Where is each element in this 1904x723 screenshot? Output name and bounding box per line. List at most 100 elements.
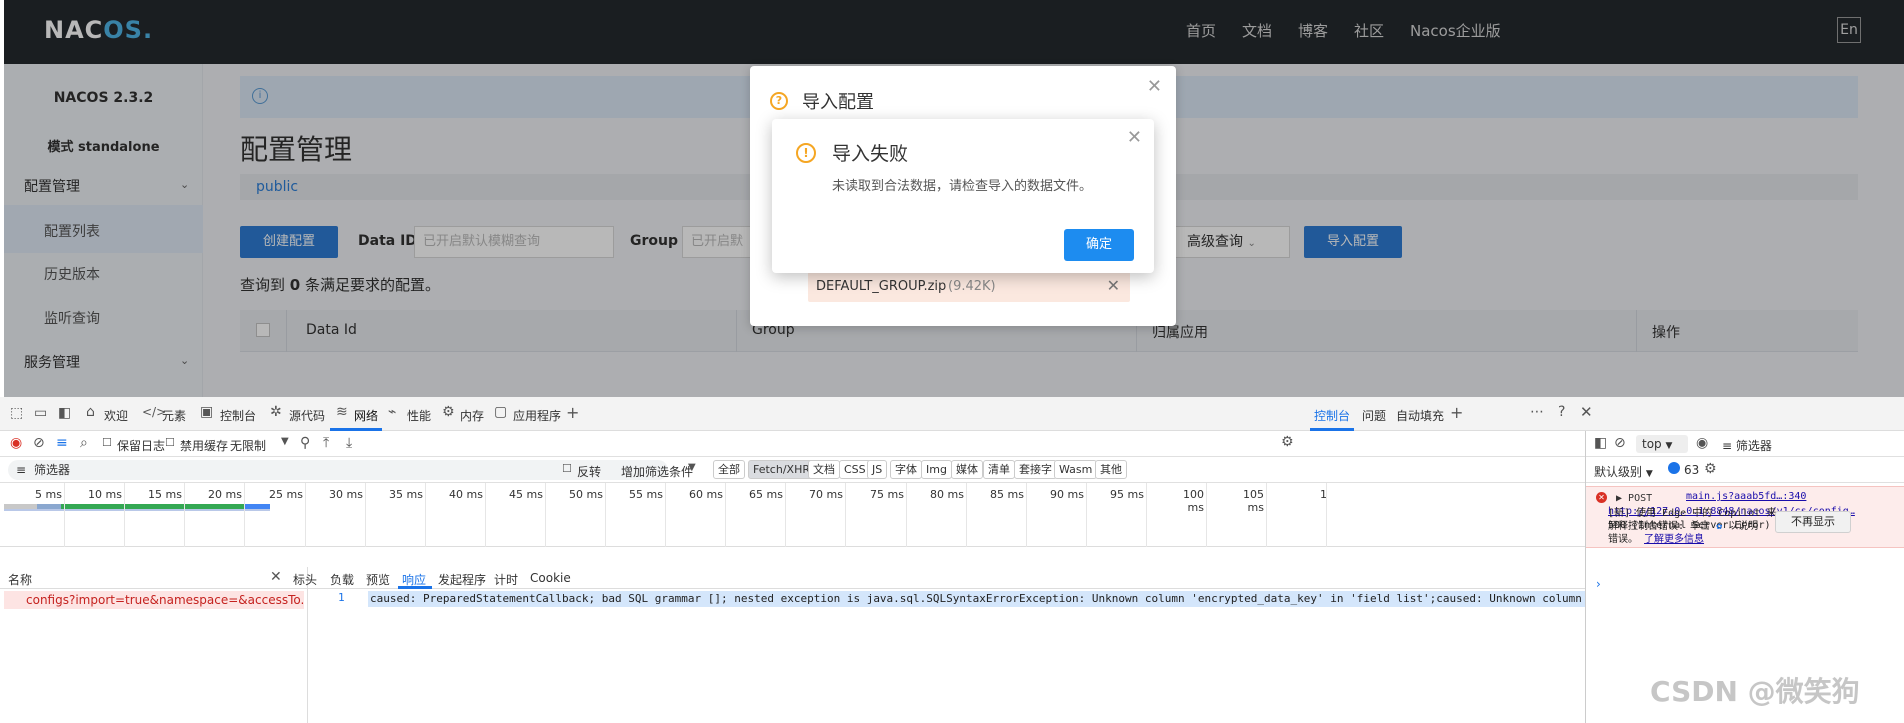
application-icon: ▢	[494, 404, 508, 420]
record-icon[interactable]: ◉	[10, 435, 22, 451]
timeline-gridline	[725, 483, 726, 547]
detail-tab-cookie[interactable]: Cookie	[530, 571, 571, 585]
detail-tab-timing[interactable]: 计时	[494, 571, 518, 588]
filter-other[interactable]: 其他	[1095, 460, 1127, 479]
timeline-tick-label: 60 ms	[689, 488, 723, 501]
filter-font[interactable]: 字体	[890, 460, 922, 479]
add-tab-icon[interactable]: +	[1450, 403, 1463, 422]
memory-icon: ⚙	[442, 404, 455, 420]
network-conditions-icon[interactable]: ⚲	[300, 435, 310, 451]
clear-icon[interactable]: ⊘	[33, 435, 45, 451]
clear-console-icon[interactable]: ⊘	[1614, 435, 1626, 451]
timeline-gridline	[64, 483, 65, 547]
checkbox-icon[interactable]: ☐	[165, 436, 175, 449]
settings-icon[interactable]: ⚙	[1704, 461, 1717, 477]
close-icon[interactable]: ✕	[1147, 76, 1162, 97]
tab-memory[interactable]: 内存	[460, 407, 484, 424]
timeline-gridline	[244, 483, 245, 547]
invert-label[interactable]: 反转	[577, 463, 601, 480]
console-prompt-icon[interactable]: ›	[1596, 577, 1601, 591]
filter-icon: ≡	[1722, 439, 1733, 453]
network-timeline[interactable]: 5 ms 10 ms 15 ms 20 ms 25 ms 30 ms 35 ms 40 ms 4…	[0, 483, 1585, 547]
eye-icon[interactable]: ◉	[1696, 435, 1708, 451]
console-tab-console[interactable]: 控制台	[1314, 407, 1350, 424]
error-icon: ✕	[1596, 492, 1607, 503]
inspect-icon[interactable]: ⬚	[10, 405, 23, 421]
level-select[interactable]: 默认级别 ▼	[1594, 463, 1653, 480]
filter-icon: ≡	[16, 463, 27, 477]
dropdown-arrow-icon[interactable]: ▼	[281, 436, 289, 447]
learn-more-link[interactable]: 了解更多信息	[1644, 534, 1704, 545]
filter-icon[interactable]: ≡	[56, 435, 68, 451]
post-method[interactable]: ▶ POST	[1616, 493, 1652, 504]
download-icon[interactable]: ⤓	[346, 435, 352, 451]
response-body[interactable]: caused: PreparedStatementCallback; bad S…	[368, 591, 1585, 607]
filter-css[interactable]: CSS	[839, 460, 871, 479]
timeline-tick-label: 15 ms	[148, 488, 182, 501]
upload-icon[interactable]: ⤒	[323, 435, 329, 451]
tab-elements[interactable]: 元素	[162, 407, 186, 424]
sidebar-icon[interactable]: ◧	[1594, 435, 1607, 451]
context-select[interactable]: top ▼	[1636, 435, 1688, 453]
dock-icon[interactable]: ◧	[58, 405, 71, 421]
detail-tab-payload[interactable]: 负载	[330, 571, 354, 588]
close-icon[interactable]: ✕	[1127, 127, 1142, 148]
filter-js[interactable]: JS	[867, 460, 888, 479]
console-tab-issues[interactable]: 问题	[1362, 407, 1386, 424]
close-icon[interactable]: ✕	[270, 569, 282, 585]
tab-welcome[interactable]: 欢迎	[104, 407, 128, 424]
detail-tab-headers[interactable]: 标头	[293, 571, 317, 588]
timeline-gridline	[184, 483, 185, 547]
timeline-gridline	[485, 483, 486, 547]
detail-tab-preview[interactable]: 预览	[366, 571, 390, 588]
timeline-tick-label: 35 ms	[389, 488, 423, 501]
throttle-select[interactable]: 无限制	[230, 437, 266, 454]
filter-fetch-xhr[interactable]: Fetch/XHR	[748, 460, 815, 479]
timeline-tick-label: 70 ms	[809, 488, 843, 501]
timeline-tick-label: 80 ms	[930, 488, 964, 501]
detail-tab-initiator[interactable]: 发起程序	[438, 571, 486, 588]
timeline-tick-label: 55 ms	[629, 488, 663, 501]
checkbox-icon[interactable]: ☐	[102, 436, 112, 449]
source-link[interactable]: main.js?aaab5fd…:340	[1686, 491, 1806, 502]
preserve-log-label[interactable]: 保留日志	[117, 437, 165, 454]
filter-wasm[interactable]: Wasm	[1054, 460, 1098, 479]
help-icon[interactable]: ?	[1558, 404, 1565, 420]
console-filter[interactable]: ≡ 筛选器	[1722, 437, 1772, 454]
disable-cache-label[interactable]: 禁用缓存	[180, 437, 228, 454]
message-count-icon	[1668, 462, 1680, 474]
search-icon[interactable]: ⌕	[80, 435, 88, 451]
checkbox-icon[interactable]: ☐	[562, 462, 572, 475]
filter-img[interactable]: Img	[921, 460, 952, 479]
settings-icon[interactable]: ⚙	[1281, 434, 1294, 450]
add-tab-icon[interactable]: +	[566, 403, 579, 422]
nacos-page: NACOS. 首页 文档 博客 社区 Nacos企业版 En NACOS 2.3…	[4, 0, 1904, 397]
remove-file-icon[interactable]: ✕	[1107, 276, 1120, 295]
request-detail-tabs: ✕ 标头 负载 预览 响应 发起程序 计时 Cookie	[270, 567, 1585, 589]
tab-sources[interactable]: 源代码	[289, 407, 325, 424]
filter-socket[interactable]: 套接字	[1014, 460, 1057, 479]
confirm-button[interactable]: 确定	[1064, 229, 1134, 261]
name-column-header[interactable]: 名称	[8, 571, 32, 588]
tab-console[interactable]: 控制台	[220, 407, 256, 424]
tab-network[interactable]: 网络	[354, 407, 378, 424]
console-tab-autofill[interactable]: 自动填充	[1396, 407, 1444, 424]
dismiss-button[interactable]: 不再显示	[1775, 511, 1851, 533]
more-filters-button[interactable]: 增加筛选条件	[621, 463, 693, 480]
request-row[interactable]: configs?import=true&namespace=&accessTo.…	[4, 591, 304, 609]
filter-doc[interactable]: 文档	[808, 460, 840, 479]
filter-manifest[interactable]: 清单	[983, 460, 1015, 479]
tab-performance[interactable]: 性能	[407, 407, 431, 424]
tab-application[interactable]: 应用程序	[513, 407, 561, 424]
home-icon: ⌂	[86, 404, 95, 420]
filter-all[interactable]: 全部	[713, 460, 745, 479]
close-icon[interactable]: ✕	[1580, 403, 1593, 421]
filter-media[interactable]: 媒体	[951, 460, 983, 479]
more-icon[interactable]: ⋯	[1530, 404, 1544, 420]
timeline-tick-label: 40 ms	[449, 488, 483, 501]
warning-icon: !	[796, 143, 816, 163]
timeline-tick-label: 75 ms	[870, 488, 904, 501]
device-icon[interactable]: ▭	[34, 405, 47, 421]
timeline-gridline	[845, 483, 846, 547]
timeline-tick-label: 95 ms	[1110, 488, 1144, 501]
